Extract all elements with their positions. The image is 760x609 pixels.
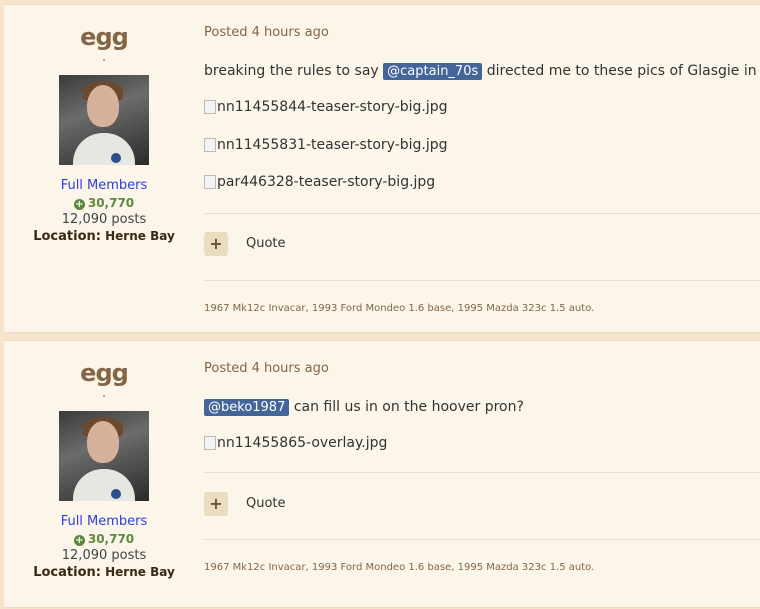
- post-image[interactable]: nn11455844-teaser-story-big.jpg: [204, 99, 448, 115]
- quote-button[interactable]: Quote: [246, 236, 286, 251]
- author-dot: ·: [102, 389, 106, 403]
- quote-plus-button[interactable]: +: [204, 492, 228, 516]
- plus-circle-icon: +: [73, 535, 85, 546]
- author-panel: egg · Full Members +30,770 12,090 posts …: [4, 341, 204, 580]
- forum-post: egg · Full Members +30,770 12,090 posts …: [4, 4, 760, 333]
- post-count: 12,090 posts: [61, 548, 147, 563]
- divider: [204, 472, 760, 473]
- quote-plus-button[interactable]: +: [204, 232, 228, 256]
- avatar[interactable]: [59, 75, 149, 165]
- location-label: Location:: [33, 229, 101, 244]
- location-label: Location:: [33, 565, 101, 580]
- user-mention[interactable]: @captain_70s: [383, 63, 483, 80]
- post-count: 12,090 posts: [61, 212, 147, 227]
- divider: [204, 539, 760, 540]
- post-text-before: breaking the rules to say: [204, 63, 379, 79]
- author-panel: egg · Full Members +30,770 12,090 posts …: [4, 5, 204, 244]
- forum-post: egg · Full Members +30,770 12,090 posts …: [4, 340, 760, 608]
- plus-icon: +: [209, 234, 223, 253]
- user-mention[interactable]: @beko1987: [204, 399, 290, 416]
- author-location: Location: Herne Bay: [4, 229, 204, 244]
- post-image[interactable]: nn11455865-overlay.jpg: [204, 435, 387, 451]
- reputation-value: 30,770: [87, 196, 135, 210]
- broken-image-icon: [204, 436, 216, 450]
- author-username[interactable]: egg: [4, 23, 204, 51]
- quote-button[interactable]: Quote: [246, 496, 286, 511]
- author-location: Location: Herne Bay: [4, 565, 204, 580]
- signature: 1967 Mk12c Invacar, 1993 Ford Mondeo 1.6…: [204, 562, 595, 573]
- image-alt-text: nn11455865-overlay.jpg: [217, 435, 388, 451]
- location-value: Herne Bay: [105, 565, 175, 579]
- author-dot: ·: [102, 53, 106, 67]
- divider: [204, 213, 760, 214]
- divider: [204, 280, 760, 281]
- post-timestamp[interactable]: Posted 4 hours ago: [204, 25, 329, 40]
- avatar[interactable]: [59, 411, 149, 501]
- post-image[interactable]: par446328-teaser-story-big.jpg: [204, 174, 435, 190]
- member-group-link[interactable]: Full Members: [4, 178, 204, 193]
- location-value: Herne Bay: [105, 229, 175, 243]
- broken-image-icon: [204, 175, 216, 189]
- post-text-after: directed me to these pics of Glasgie in …: [486, 63, 760, 79]
- image-alt-text: nn11455844-teaser-story-big.jpg: [217, 99, 448, 115]
- broken-image-icon: [204, 138, 216, 152]
- plus-icon: +: [209, 494, 223, 513]
- broken-image-icon: [204, 100, 216, 114]
- reputation-value: 30,770: [87, 532, 135, 546]
- post-body: @beko1987 can fill us in on the hoover p…: [204, 399, 524, 416]
- image-alt-text: par446328-teaser-story-big.jpg: [217, 174, 436, 190]
- reputation-badge: +30,770: [4, 532, 204, 546]
- post-body: breaking the rules to say @captain_70s d…: [204, 63, 760, 80]
- reputation-badge: +30,770: [4, 196, 204, 210]
- image-alt-text: nn11455831-teaser-story-big.jpg: [217, 137, 448, 153]
- post-image[interactable]: nn11455831-teaser-story-big.jpg: [204, 137, 448, 153]
- author-username[interactable]: egg: [4, 359, 204, 387]
- signature: 1967 Mk12c Invacar, 1993 Ford Mondeo 1.6…: [204, 303, 595, 314]
- plus-circle-icon: +: [73, 199, 85, 210]
- post-text-after: can fill us in on the hoover pron?: [293, 399, 524, 415]
- member-group-link[interactable]: Full Members: [4, 514, 204, 529]
- post-timestamp[interactable]: Posted 4 hours ago: [204, 361, 329, 376]
